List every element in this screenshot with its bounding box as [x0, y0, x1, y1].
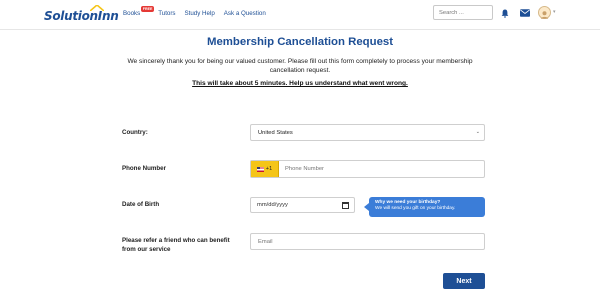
intro-text: We sincerely thank you for being our val…: [127, 58, 473, 74]
referral-label: Please refer a friend who can benefit fr…: [122, 237, 230, 253]
country-code: +1: [265, 166, 273, 172]
bell-icon[interactable]: [501, 9, 509, 18]
nav-books[interactable]: Books FREE: [123, 6, 155, 17]
page-title: Membership Cancellation Request: [206, 36, 394, 48]
us-flag-icon: [256, 166, 264, 172]
birthday-tooltip: Why we need your birthday? We will send …: [364, 197, 485, 217]
country-select[interactable]: United States ⌄: [250, 124, 485, 141]
search-box: [433, 5, 493, 20]
user-avatar[interactable]: [538, 6, 551, 19]
calendar-icon[interactable]: [342, 202, 349, 209]
tooltip-body: We will send you gift on your birthday.: [375, 206, 456, 211]
dob-input[interactable]: mm/dd/yyyy: [250, 197, 355, 213]
time-notice: This will take about 5 minutes. Help us …: [192, 80, 408, 87]
country-label: Country:: [122, 129, 148, 136]
phone-field: +1: [250, 160, 485, 178]
nav-study-help[interactable]: Study Help: [185, 10, 215, 17]
logo[interactable]: SolutionInn: [44, 5, 119, 24]
phone-input[interactable]: [279, 161, 484, 177]
dob-label: Date of Birth: [122, 201, 160, 208]
mail-icon[interactable]: [520, 9, 530, 17]
referral-email-input[interactable]: [250, 233, 485, 250]
phone-label: Phone Number: [122, 165, 167, 172]
search-input[interactable]: [434, 6, 492, 19]
nav-books-label: Books: [123, 10, 141, 17]
free-badge: FREE: [141, 6, 155, 12]
dob-placeholder: mm/dd/yyyy: [257, 202, 288, 208]
logo-text: SolutionInn: [44, 9, 119, 23]
main-nav: Books FREE Tutors Study Help Ask a Quest…: [123, 6, 275, 17]
country-value: United States: [258, 129, 293, 136]
next-button[interactable]: Next: [443, 273, 485, 289]
nav-ask-question[interactable]: Ask a Question: [224, 10, 266, 17]
nav-tutors[interactable]: Tutors: [158, 10, 175, 17]
top-header: SolutionInn Books FREE Tutors Study Help…: [0, 0, 600, 30]
logo-roof-icon: [90, 5, 104, 11]
chevron-down-icon: ⌄: [475, 129, 480, 135]
country-code-picker[interactable]: +1: [251, 161, 279, 177]
user-icon: [540, 11, 549, 19]
chevron-down-icon[interactable]: ▾: [553, 9, 556, 15]
